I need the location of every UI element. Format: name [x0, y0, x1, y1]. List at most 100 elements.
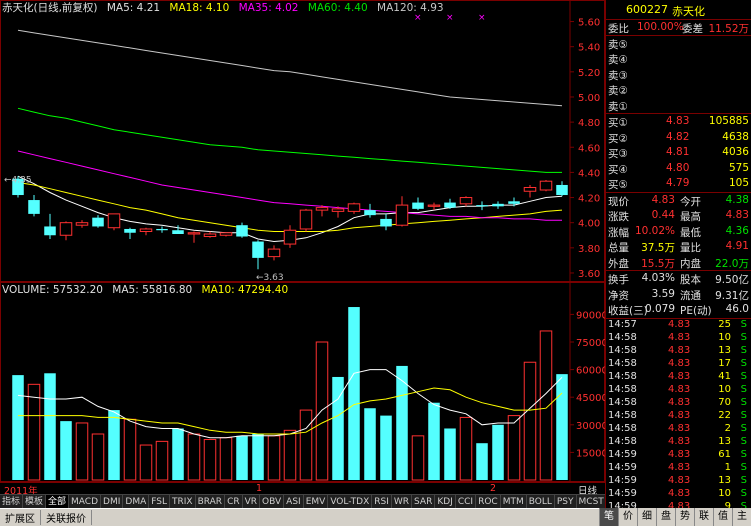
buy-level-2: 买② 4.82 4638 [606, 130, 751, 146]
volume-tick-label: 30000 [576, 421, 605, 432]
volume-bar [27, 383, 41, 481]
fundamental-label: 收益(三) [608, 305, 648, 317]
panel-tab-0[interactable]: 笔 [599, 508, 618, 526]
indicator-tab-dma[interactable]: DMA [123, 495, 150, 508]
ma120-legend: MA120: 4.93 [377, 2, 444, 14]
chart-title: 赤天化(日线,前复权) [2, 2, 98, 14]
tick-row: 14:58 4.83 17 S [606, 358, 751, 371]
tick-row: 14:58 4.83 13 S [606, 436, 751, 449]
stat-value: 4.36 [725, 224, 749, 237]
buy-book: 买① 4.83 105885 买② 4.82 4638 买③ 4.81 4036 买④ 4.80 57… [606, 114, 751, 192]
stat-label: 涨跌 [608, 211, 629, 223]
price-chart[interactable]: 5.60 5.40 5.20 5.00 4.80 4.60 4.40 4.20 4.00 3.80… [0, 0, 605, 282]
buy-level-volume: 4036 [722, 146, 749, 158]
stat-label: 外盘 [608, 257, 629, 270]
tick-row: 14:58 4.83 22 S [606, 410, 751, 423]
status-linked-quote[interactable]: 关联报价 [41, 510, 92, 525]
indicator-tab-cci[interactable]: CCI [456, 495, 477, 508]
indicator-tab-wr[interactable]: WR [392, 495, 413, 508]
tick-row: 14:59 4.83 13 S [606, 475, 751, 488]
fundamental-value: 0.079 [644, 303, 675, 315]
tick-price: 4.83 [668, 422, 691, 434]
indicator-tab-vol-tdx[interactable]: VOL-TDX [328, 495, 373, 508]
indicator-tab-rsi[interactable]: RSI [372, 495, 392, 508]
panel-tab-5[interactable]: 联 [694, 508, 713, 526]
panel-tab-2[interactable]: 细 [637, 508, 656, 526]
candle-body [156, 228, 168, 231]
panel-tab-3[interactable]: 盘 [656, 508, 675, 526]
panel-tab-1[interactable]: 价 [618, 508, 637, 526]
indicator-tab-emv[interactable]: EMV [304, 495, 329, 508]
indicator-tab-kdj[interactable]: KDJ [435, 495, 456, 508]
buy-level-volume: 4638 [722, 130, 749, 143]
candle-body [124, 228, 136, 233]
indicator-tab-mcst[interactable]: MCST [577, 495, 607, 508]
tick-side: S [740, 474, 747, 486]
indicator-tab-psy[interactable]: PSY [555, 495, 577, 508]
tick-side: S [740, 357, 747, 369]
time-axis: 2011年 1 2 日线 [0, 482, 605, 497]
panel-tab-4[interactable]: 势 [675, 508, 694, 526]
tick-time: 14:58 [608, 396, 637, 408]
sell-level-3: 卖③ [606, 67, 751, 83]
sell-level-label: 卖④ [608, 54, 628, 66]
volume-bar [315, 341, 329, 481]
indicator-tab-asi[interactable]: ASI [284, 495, 304, 508]
buy-level-label: 买⑤ [608, 179, 628, 191]
candle-body [107, 213, 121, 229]
indicator-tab-vr[interactable]: VR [243, 495, 261, 508]
price-tick-label: 4.20 [578, 194, 600, 205]
buy-level-1: 买① 4.83 105885 [606, 114, 751, 130]
high-annotation: ←4.35 [4, 176, 32, 186]
stat-row: 现价 4.83 今开 4.38 [606, 193, 751, 209]
tick-time: 14:58 [608, 357, 637, 369]
indicator-tab-sar[interactable]: SAR [412, 495, 436, 508]
indicator-tab-boll[interactable]: BOLL [527, 495, 555, 508]
volume-bar [172, 428, 184, 480]
candle-body [252, 241, 264, 258]
fundamental-row: 净资 3.59 流通 9.31亿 [606, 287, 751, 303]
price-tick-label: 3.60 [578, 269, 600, 280]
indicator-tab-macd[interactable]: MACD [69, 495, 102, 508]
indicator-tab-cr[interactable]: CR [225, 495, 243, 508]
indicator-tab-指标[interactable]: 指标 [0, 495, 24, 508]
tick-list[interactable]: 14:57 4.83 25 S 14:58 4.83 10 S 14:58 4.83 13 S 14:5… [606, 319, 751, 514]
volume-tick-label: 75000 [576, 338, 605, 349]
stats-block: 现价 4.83 今开 4.38 涨跌 0.44 最高 4.83 涨幅 10.02% 最低 4.36 总量… [606, 193, 751, 271]
panel-tab-7[interactable]: 主 [732, 508, 751, 526]
sell-level-2: 卖② [606, 82, 751, 98]
tick-row: 14:59 4.83 61 S [606, 449, 751, 462]
indicator-tab-trix[interactable]: TRIX [170, 495, 196, 508]
price-tick-label: 4.00 [578, 219, 600, 230]
fundamental-value: 4.03% [641, 272, 675, 284]
tick-volume: 13 [718, 474, 731, 486]
volume-bar [283, 429, 297, 481]
tick-volume: 13 [718, 435, 731, 447]
buy-level-volume: 105885 [708, 115, 749, 127]
tick-volume: 2 [724, 422, 731, 434]
vol-ma5-legend: MA5: 55816.80 [112, 284, 193, 296]
status-ext-area[interactable]: 扩展区 [0, 510, 41, 525]
tick-time: 14:59 [608, 474, 637, 486]
indicator-tab-brar[interactable]: BRAR [196, 495, 226, 508]
indicator-tab-fsl[interactable]: FSL [149, 495, 170, 508]
volume-chart[interactable]: 90000 75000 60000 45000 30000 15000 [0, 282, 605, 482]
tick-time: 14:58 [608, 344, 637, 356]
volume-bar [411, 435, 425, 481]
tick-price: 4.83 [668, 331, 691, 343]
fundamental-label: PE(动) [680, 305, 712, 317]
volume-bar [396, 365, 408, 480]
indicator-tab-obv[interactable]: OBV [260, 495, 285, 508]
panel-tab-6[interactable]: 值 [713, 508, 732, 526]
tick-row: 14:58 4.83 41 S [606, 371, 751, 384]
indicator-tab-mtm[interactable]: MTM [501, 495, 527, 508]
tick-side: S [740, 396, 747, 408]
volume-tick-label: 45000 [576, 393, 605, 404]
indicator-tab-全部[interactable]: 全部 [46, 495, 70, 508]
indicator-tab-dmi[interactable]: DMI [101, 495, 124, 508]
stat-row: 外盘 15.5万 内盘 22.0万 [606, 255, 751, 271]
indicator-tab-roc[interactable]: ROC [476, 495, 501, 508]
indicator-tab-模板[interactable]: 模板 [23, 495, 47, 508]
sell-level-label: 卖③ [608, 69, 628, 82]
volume-bar [91, 433, 105, 481]
